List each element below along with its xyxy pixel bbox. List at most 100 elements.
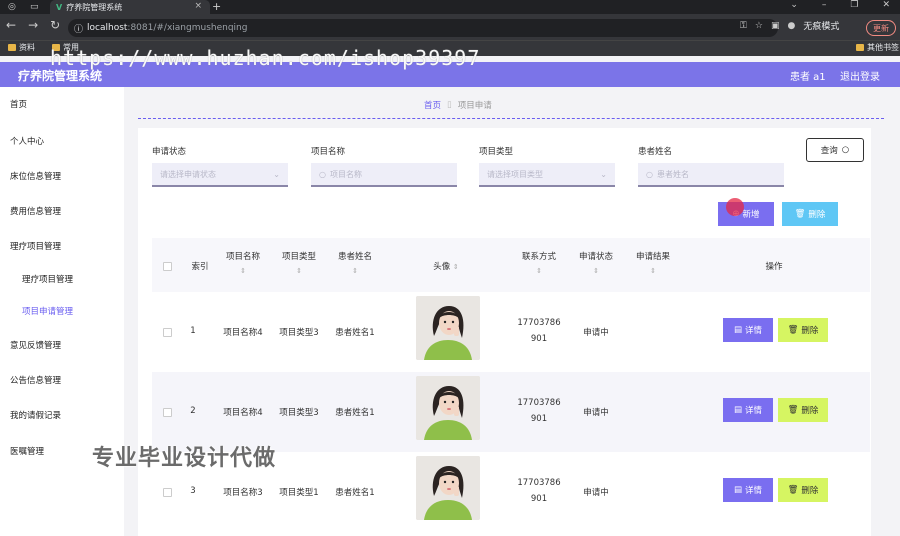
tab-close-icon[interactable]: × bbox=[194, 1, 202, 11]
window-controls: ⌄ – ❐ ✕ bbox=[790, 0, 890, 10]
tab-search-icon[interactable]: ▭ bbox=[30, 2, 39, 12]
col-name[interactable]: 项目名称 ⇕ bbox=[220, 250, 266, 278]
batch-delete-button[interactable]: 🗑 删除 bbox=[782, 202, 838, 226]
doc-icon: ▤ bbox=[733, 325, 742, 335]
cell-phone-line1: 17703786 bbox=[517, 478, 561, 488]
forward-icon[interactable]: → bbox=[28, 18, 38, 32]
browser-tab[interactable]: V 疗养院管理系统 × bbox=[50, 0, 210, 14]
detail-button[interactable]: ▤ 详情 bbox=[723, 478, 773, 502]
update-button[interactable]: 更新 bbox=[866, 20, 896, 36]
sort-icon: ⇕ bbox=[240, 267, 246, 275]
folder-icon bbox=[856, 44, 864, 51]
patient-name-label: 患者姓名 bbox=[638, 147, 673, 157]
project-type-select[interactable]: 请选择项目类型 ⌄ bbox=[479, 163, 615, 187]
sort-icon: ⇕ bbox=[452, 263, 459, 271]
sidebar-item-therapy[interactable]: 理疗项目管理 bbox=[10, 240, 61, 252]
col-type[interactable]: 项目类型 ⇕ bbox=[276, 250, 322, 278]
close-window-icon[interactable]: ✕ bbox=[882, 0, 890, 10]
cell-patient-name: 患者姓名1 bbox=[335, 328, 375, 338]
cell-phone-line1: 17703786 bbox=[517, 398, 561, 408]
cell-index: 3 bbox=[190, 486, 196, 496]
breadcrumb-current: 项目申请 bbox=[457, 101, 492, 111]
doc-icon: ▤ bbox=[733, 405, 742, 415]
cell-index: 2 bbox=[190, 406, 196, 416]
project-type-label: 项目类型 bbox=[479, 147, 514, 157]
sort-icon: ⇕ bbox=[296, 267, 302, 275]
browser-menu-icon[interactable]: ◎ bbox=[8, 2, 16, 12]
doc-icon: ▯ bbox=[447, 100, 452, 110]
mouse-cursor-highlight bbox=[726, 198, 744, 216]
minimize-icon[interactable]: – bbox=[822, 0, 827, 10]
cell-phone-line2: 901 bbox=[530, 414, 548, 424]
logout-link[interactable]: 退出登录 bbox=[840, 68, 880, 83]
sort-icon: ⇕ bbox=[536, 267, 542, 275]
cell-patient-name: 患者姓名1 bbox=[335, 408, 375, 418]
url-path: :8081/#/xiangmushenqing bbox=[127, 23, 248, 33]
restore-icon[interactable]: ❐ bbox=[850, 0, 858, 10]
delete-button[interactable]: 🗑 删除 bbox=[778, 318, 828, 342]
cell-project-type: 项目类型3 bbox=[279, 328, 319, 338]
sidebar-icon[interactable]: ▣ bbox=[771, 21, 780, 31]
sidebar-item-fees[interactable]: 费用信息管理 bbox=[10, 205, 61, 217]
sort-icon: ⇕ bbox=[352, 267, 358, 275]
patient-name-input[interactable]: ○ 患者姓名 bbox=[638, 163, 784, 187]
sidebar-item-notices[interactable]: 公告信息管理 bbox=[10, 374, 61, 386]
back-icon[interactable]: ← bbox=[6, 18, 16, 32]
sidebar-item-leave[interactable]: 我的请假记录 bbox=[10, 409, 61, 421]
col-result[interactable]: 申请结果 ⇕ bbox=[630, 250, 676, 278]
reload-icon[interactable]: ↻ bbox=[50, 18, 60, 32]
site-info-icon[interactable]: ⓘ bbox=[74, 22, 83, 35]
row-checkbox[interactable] bbox=[163, 488, 172, 497]
detail-button[interactable]: ▤ 详情 bbox=[723, 398, 773, 422]
bookmark-item[interactable]: 资料 bbox=[8, 42, 35, 53]
select-all-checkbox[interactable] bbox=[163, 262, 172, 271]
col-avatar[interactable]: 头像 ⇕ bbox=[418, 260, 474, 274]
trash-icon: 🗑 bbox=[787, 325, 799, 335]
col-index: 索引 bbox=[191, 262, 209, 272]
avatar bbox=[416, 376, 480, 440]
trash-icon: 🗑 bbox=[787, 405, 799, 415]
breadcrumb-home[interactable]: 首页 bbox=[424, 99, 441, 111]
breadcrumb-divider bbox=[138, 118, 884, 119]
col-ops: 操作 bbox=[765, 262, 783, 272]
cell-phone-line2: 901 bbox=[530, 494, 548, 504]
status-select[interactable]: 请选择申请状态 ⌄ bbox=[152, 163, 288, 187]
folder-icon bbox=[8, 44, 16, 51]
sidebar-item-profile[interactable]: 个人中心 bbox=[10, 135, 44, 147]
delete-button[interactable]: 🗑 删除 bbox=[778, 398, 828, 422]
cell-project-name: 项目名称4 bbox=[223, 408, 263, 418]
col-phone[interactable]: 联系方式 ⇕ bbox=[516, 250, 562, 278]
row-checkbox[interactable] bbox=[163, 328, 172, 337]
new-tab-icon[interactable]: + bbox=[212, 0, 221, 13]
url-input[interactable]: ⓘ localhost:8081/#/xiangmushenqing bbox=[68, 19, 778, 37]
star-icon[interactable]: ☆ bbox=[755, 21, 763, 31]
query-button[interactable]: 查询 ○ bbox=[806, 138, 864, 162]
bookmark-item[interactable]: 其他书签 bbox=[856, 42, 899, 53]
cell-phone-line1: 17703786 bbox=[517, 318, 561, 328]
current-user: 患者 a1 bbox=[790, 72, 826, 83]
row-checkbox[interactable] bbox=[163, 408, 172, 417]
search-icon: ○ bbox=[646, 169, 653, 179]
cell-status: 申请中 bbox=[583, 488, 609, 498]
project-name-input[interactable]: ○ 项目名称 bbox=[311, 163, 457, 187]
cell-project-name: 项目名称4 bbox=[223, 328, 263, 338]
sidebar-item-orders[interactable]: 医嘱管理 bbox=[10, 445, 44, 457]
cell-status: 申请中 bbox=[583, 328, 609, 338]
cell-phone-line2: 901 bbox=[530, 334, 548, 344]
breadcrumb: 首页 ▯ 项目申请 bbox=[424, 99, 492, 111]
delete-button[interactable]: 🗑 删除 bbox=[778, 478, 828, 502]
sidebar-sub-applications[interactable]: 项目申请管理 bbox=[22, 305, 73, 317]
col-patient[interactable]: 患者姓名 ⇕ bbox=[332, 250, 378, 278]
url-watermark: https://www.huzhan.com/ishop39397 bbox=[50, 46, 481, 70]
sidebar-sub-therapy[interactable]: 理疗项目管理 bbox=[22, 273, 73, 285]
nav-buttons: ← → ↻ bbox=[6, 18, 60, 32]
col-status[interactable]: 申请状态 ⇕ bbox=[573, 250, 619, 278]
detail-button[interactable]: ▤ 详情 bbox=[723, 318, 773, 342]
key-icon[interactable]: ⚿ bbox=[740, 21, 747, 31]
doc-icon: ▤ bbox=[733, 485, 742, 495]
sidebar-item-beds[interactable]: 床位信息管理 bbox=[10, 170, 61, 182]
collapse-icon[interactable]: ⌄ bbox=[790, 0, 798, 10]
sidebar-item-home[interactable]: 首页 bbox=[10, 98, 27, 110]
trash-icon: 🗑 bbox=[794, 209, 806, 219]
sidebar-item-feedback[interactable]: 意见反馈管理 bbox=[10, 339, 61, 351]
